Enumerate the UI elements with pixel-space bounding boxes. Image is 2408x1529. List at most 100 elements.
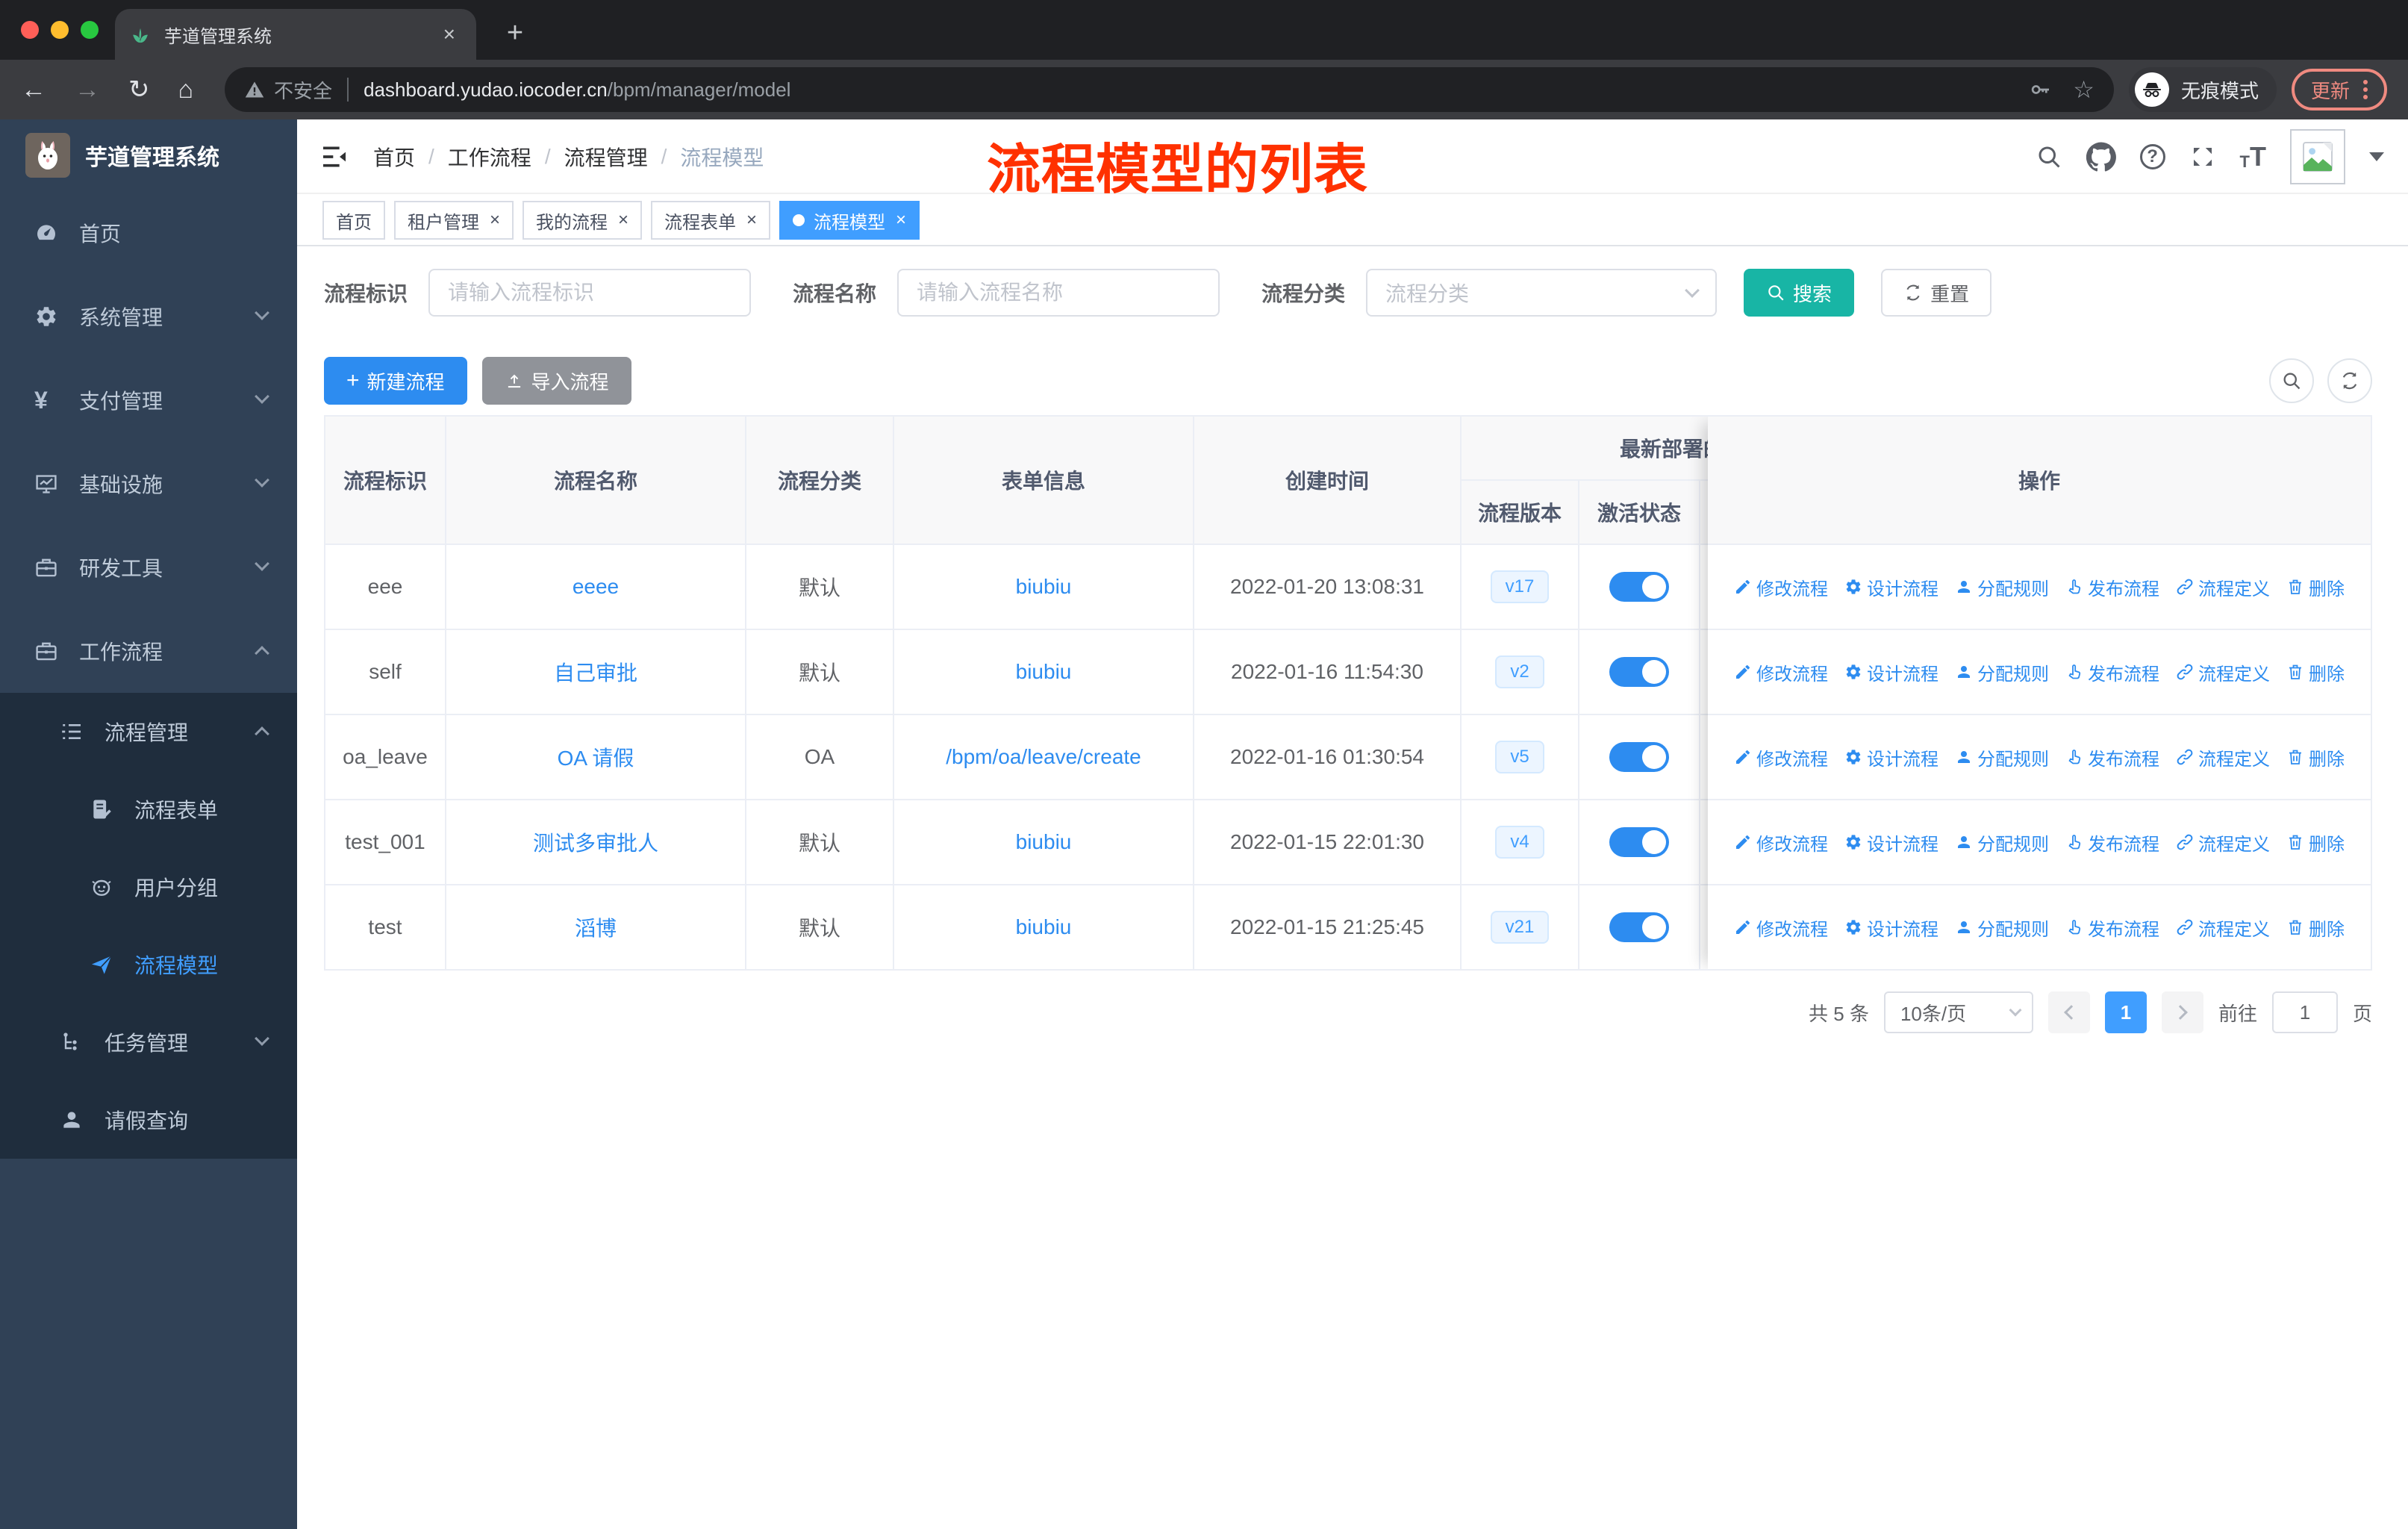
new-tab-button[interactable]: + bbox=[496, 13, 534, 52]
refresh-table-button[interactable] bbox=[2327, 358, 2372, 403]
sidebar-item-devtools[interactable]: 研发工具 bbox=[0, 526, 297, 609]
sidebar-collapse-icon[interactable] bbox=[319, 142, 349, 172]
search-icon[interactable] bbox=[2036, 143, 2062, 170]
sidebar-item-user-group[interactable]: 用户分组 bbox=[0, 848, 297, 926]
close-icon[interactable]: × bbox=[746, 210, 757, 231]
design-process-link[interactable]: 设计流程 bbox=[1844, 744, 1938, 770]
modify-process-link[interactable]: 修改流程 bbox=[1734, 744, 1828, 770]
process-name-link[interactable]: 测试多审批人 bbox=[533, 827, 658, 857]
process-definition-link[interactable]: 流程定义 bbox=[2176, 574, 2270, 600]
modify-process-link[interactable]: 修改流程 bbox=[1734, 915, 1828, 941]
publish-process-link[interactable]: 发布流程 bbox=[2065, 744, 2159, 770]
back-icon[interactable]: ← bbox=[21, 77, 46, 102]
design-process-link[interactable]: 设计流程 bbox=[1844, 659, 1938, 685]
sidebar-item-process-form[interactable]: 流程表单 bbox=[0, 770, 297, 848]
security-label[interactable]: 不安全 bbox=[274, 76, 332, 104]
sidebar-item-system[interactable]: 系统管理 bbox=[0, 275, 297, 358]
tag-my-process[interactable]: 我的流程 × bbox=[523, 201, 643, 240]
browser-tab[interactable]: 芋道管理系统 × bbox=[115, 9, 476, 60]
delete-link[interactable]: 删除 bbox=[2286, 829, 2345, 856]
assign-rule-link[interactable]: 分配规则 bbox=[1955, 659, 2049, 685]
goto-page-input[interactable] bbox=[2271, 991, 2338, 1033]
tag-home[interactable]: 首页 bbox=[322, 201, 385, 240]
assign-rule-link[interactable]: 分配规则 bbox=[1955, 744, 2049, 770]
import-process-button[interactable]: 导入流程 bbox=[481, 357, 631, 405]
active-toggle[interactable] bbox=[1609, 912, 1669, 942]
delete-link[interactable]: 删除 bbox=[2286, 744, 2345, 770]
sidebar-item-leave-query[interactable]: 请假查询 bbox=[0, 1081, 297, 1159]
reset-button[interactable]: 重置 bbox=[1881, 269, 1992, 317]
process-category-select[interactable]: 流程分类 bbox=[1366, 269, 1718, 317]
process-name-link[interactable]: eeee bbox=[573, 575, 619, 599]
tag-tenant[interactable]: 租户管理 × bbox=[394, 201, 514, 240]
page-size-select[interactable]: 10条/页 bbox=[1883, 991, 2033, 1033]
process-key-input[interactable] bbox=[428, 269, 752, 317]
form-info-link[interactable]: biubiu bbox=[1016, 830, 1072, 854]
sidebar-item-process-manage[interactable]: 流程管理 bbox=[0, 693, 297, 770]
delete-link[interactable]: 删除 bbox=[2286, 659, 2345, 685]
sidebar-item-home[interactable]: 首页 bbox=[0, 191, 297, 275]
design-process-link[interactable]: 设计流程 bbox=[1844, 829, 1938, 856]
password-key-icon[interactable] bbox=[2028, 78, 2052, 102]
close-icon[interactable]: × bbox=[618, 210, 628, 231]
help-icon[interactable]: ? bbox=[2139, 144, 2165, 169]
publish-process-link[interactable]: 发布流程 bbox=[2065, 829, 2159, 856]
window-zoom-button[interactable] bbox=[81, 21, 99, 39]
process-definition-link[interactable]: 流程定义 bbox=[2176, 659, 2270, 685]
font-size-icon[interactable]: TT bbox=[2240, 143, 2266, 170]
form-info-link[interactable]: /bpm/oa/leave/create bbox=[946, 745, 1141, 769]
tag-process-model[interactable]: 流程模型 × bbox=[779, 201, 920, 240]
window-minimize-button[interactable] bbox=[51, 21, 69, 39]
forward-icon[interactable]: → bbox=[75, 77, 100, 102]
delete-link[interactable]: 删除 bbox=[2286, 574, 2345, 600]
url-bar[interactable]: 不安全 dashboard.yudao.iocoder.cn /bpm/mana… bbox=[225, 67, 2114, 112]
process-definition-link[interactable]: 流程定义 bbox=[2176, 915, 2270, 941]
reload-icon[interactable]: ↻ bbox=[128, 77, 150, 102]
breadcrumb-workflow[interactable]: 工作流程 bbox=[448, 142, 531, 172]
process-name-link[interactable]: 自己审批 bbox=[554, 657, 637, 687]
page-1-button[interactable]: 1 bbox=[2104, 991, 2147, 1033]
design-process-link[interactable]: 设计流程 bbox=[1844, 915, 1938, 941]
publish-process-link[interactable]: 发布流程 bbox=[2065, 915, 2159, 941]
sidebar-item-process-model[interactable]: 流程模型 bbox=[0, 926, 297, 1003]
assign-rule-link[interactable]: 分配规则 bbox=[1955, 915, 2049, 941]
avatar[interactable] bbox=[2290, 129, 2345, 184]
publish-process-link[interactable]: 发布流程 bbox=[2065, 659, 2159, 685]
process-definition-link[interactable]: 流程定义 bbox=[2176, 829, 2270, 856]
close-icon[interactable]: × bbox=[490, 210, 500, 231]
form-info-link[interactable]: biubiu bbox=[1016, 915, 1072, 939]
form-info-link[interactable]: biubiu bbox=[1016, 575, 1072, 599]
sidebar-item-workflow[interactable]: 工作流程 bbox=[0, 609, 297, 693]
menu-dots-icon[interactable] bbox=[2363, 80, 2368, 99]
sidebar-item-task-manage[interactable]: 任务管理 bbox=[0, 1003, 297, 1081]
active-toggle[interactable] bbox=[1609, 742, 1669, 772]
chrome-update-button[interactable]: 更新 bbox=[2291, 69, 2387, 110]
form-info-link[interactable]: biubiu bbox=[1016, 660, 1072, 684]
sidebar-item-infra[interactable]: 基础设施 bbox=[0, 442, 297, 526]
github-icon[interactable] bbox=[2086, 142, 2116, 172]
breadcrumb-process-manage[interactable]: 流程管理 bbox=[564, 142, 648, 172]
modify-process-link[interactable]: 修改流程 bbox=[1734, 574, 1828, 600]
process-definition-link[interactable]: 流程定义 bbox=[2176, 744, 2270, 770]
process-name-link[interactable]: OA 请假 bbox=[558, 742, 634, 772]
assign-rule-link[interactable]: 分配规则 bbox=[1955, 574, 2049, 600]
breadcrumb-home[interactable]: 首页 bbox=[373, 142, 415, 172]
sidebar-item-payment[interactable]: ¥ 支付管理 bbox=[0, 358, 297, 442]
next-page-button[interactable] bbox=[2161, 991, 2203, 1033]
tag-process-form[interactable]: 流程表单 × bbox=[651, 201, 771, 240]
modify-process-link[interactable]: 修改流程 bbox=[1734, 659, 1828, 685]
process-name-link[interactable]: 滔博 bbox=[575, 912, 617, 942]
design-process-link[interactable]: 设计流程 bbox=[1844, 574, 1938, 600]
delete-link[interactable]: 删除 bbox=[2286, 915, 2345, 941]
process-name-input[interactable] bbox=[897, 269, 1220, 317]
active-toggle[interactable] bbox=[1609, 572, 1669, 602]
modify-process-link[interactable]: 修改流程 bbox=[1734, 829, 1828, 856]
active-toggle[interactable] bbox=[1609, 657, 1669, 687]
bookmark-star-icon[interactable]: ☆ bbox=[2073, 75, 2094, 104]
window-close-button[interactable] bbox=[21, 21, 39, 39]
publish-process-link[interactable]: 发布流程 bbox=[2065, 574, 2159, 600]
prev-page-button[interactable] bbox=[2047, 991, 2090, 1033]
tab-close-icon[interactable]: × bbox=[437, 22, 461, 46]
create-process-button[interactable]: + 新建流程 bbox=[324, 357, 467, 405]
active-toggle[interactable] bbox=[1609, 827, 1669, 857]
